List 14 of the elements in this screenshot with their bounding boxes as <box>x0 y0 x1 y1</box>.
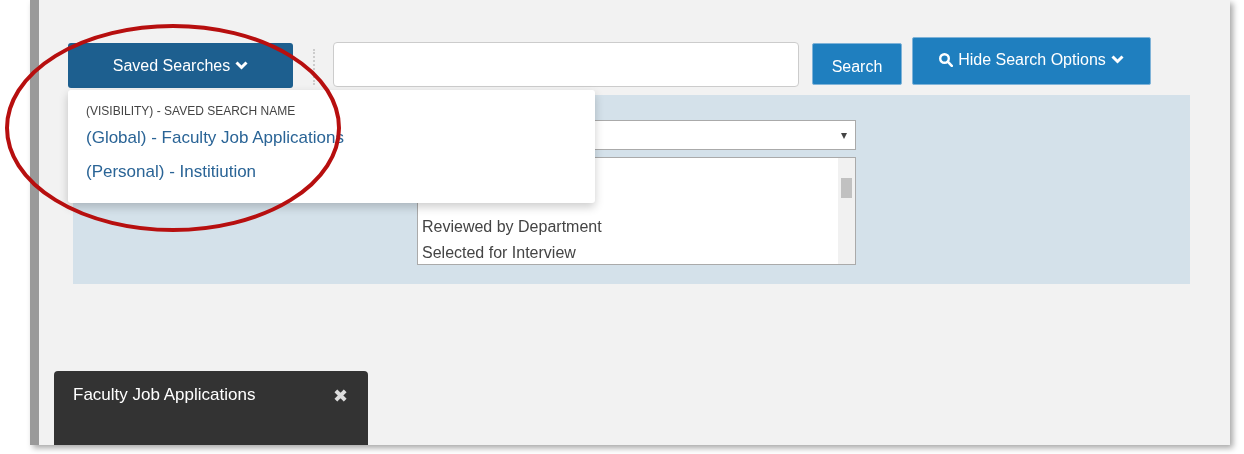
list-option[interactable]: Selected for Interview <box>422 239 602 265</box>
hide-search-options-button[interactable]: Hide Search Options <box>912 37 1151 85</box>
search-icon <box>939 52 954 67</box>
search-button[interactable]: Search <box>812 43 902 85</box>
saved-searches-button[interactable]: Saved Searches <box>68 43 293 88</box>
search-field[interactable] <box>333 42 799 87</box>
list-option[interactable]: Reviewed by Department <box>422 214 602 240</box>
close-icon[interactable]: ✖ <box>333 385 348 407</box>
caret-icon: ▾ <box>841 128 847 142</box>
panel-title: Faculty Job Applications <box>73 385 256 405</box>
chevron-down-icon <box>235 61 249 70</box>
chevron-down-icon <box>1110 55 1124 64</box>
menu-header: (VISIBILITY) - SAVED SEARCH NAME <box>86 104 297 120</box>
scrollbar[interactable] <box>838 158 855 264</box>
